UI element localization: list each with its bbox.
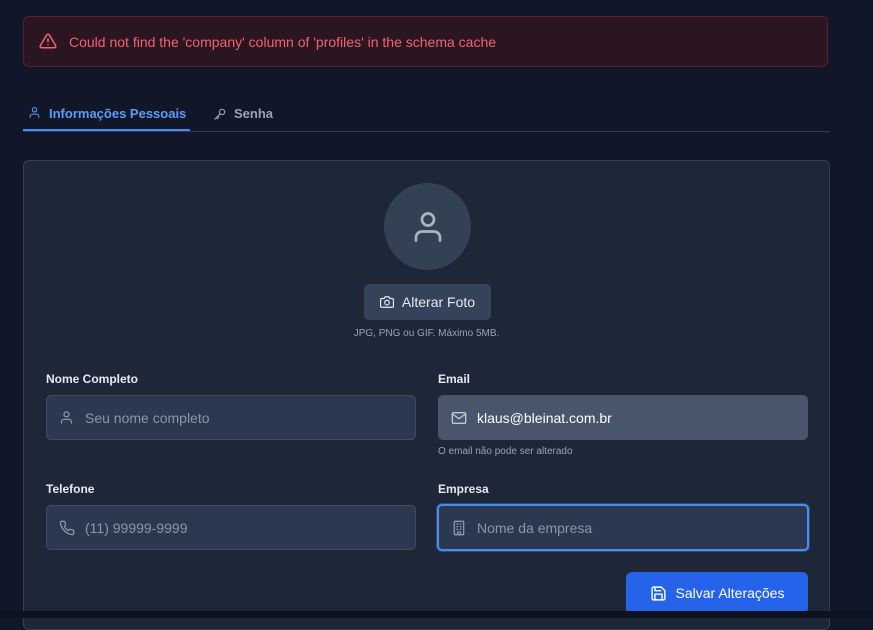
change-photo-button[interactable]: Alterar Foto [364,284,491,320]
tab-password-label: Senha [234,106,274,121]
photo-hint: JPG, PNG ou GIF. Máximo 5MB. [353,328,500,339]
error-alert: Could not find the 'company' column of '… [23,16,828,67]
phone-label: Telefone [46,482,95,496]
building-icon [451,520,467,536]
user-icon [59,410,75,426]
email-input [477,409,777,426]
save-button[interactable]: Salvar Alterações [626,572,808,614]
avatar [384,183,471,270]
warning-triangle-icon [39,32,59,52]
error-alert-message: Could not find the 'company' column of '… [69,33,497,50]
save-button-label: Salvar Alterações [675,585,785,601]
profile-tabs: Informações Pessoais Senha [23,97,830,132]
profile-card: Alterar Foto JPG, PNG ou GIF. Máximo 5MB… [23,160,830,630]
full-name-field[interactable] [46,395,416,440]
user-icon [28,106,42,120]
tab-personal-info-label: Informações Pessoais [49,105,187,121]
email-hint: O email não pode ser alterado [438,446,573,457]
change-photo-label: Alterar Foto [401,294,476,310]
company-label: Empresa [438,482,489,496]
email-label: Email [438,372,471,386]
user-icon [410,209,446,245]
window-bottom-edge [0,611,873,618]
phone-icon [59,520,75,536]
full-name-input[interactable] [85,409,385,426]
mail-icon [451,410,467,426]
email-field [438,395,808,440]
camera-icon [379,295,394,309]
save-icon [650,585,667,602]
key-icon [213,107,227,121]
tab-password[interactable]: Senha [213,97,273,130]
phone-field[interactable] [46,505,416,550]
company-field[interactable] [437,504,809,551]
phone-input[interactable] [85,519,385,536]
company-input[interactable] [477,519,777,536]
tab-personal-info[interactable]: Informações Pessoais [23,97,191,131]
full-name-label: Nome Completo [46,372,139,386]
